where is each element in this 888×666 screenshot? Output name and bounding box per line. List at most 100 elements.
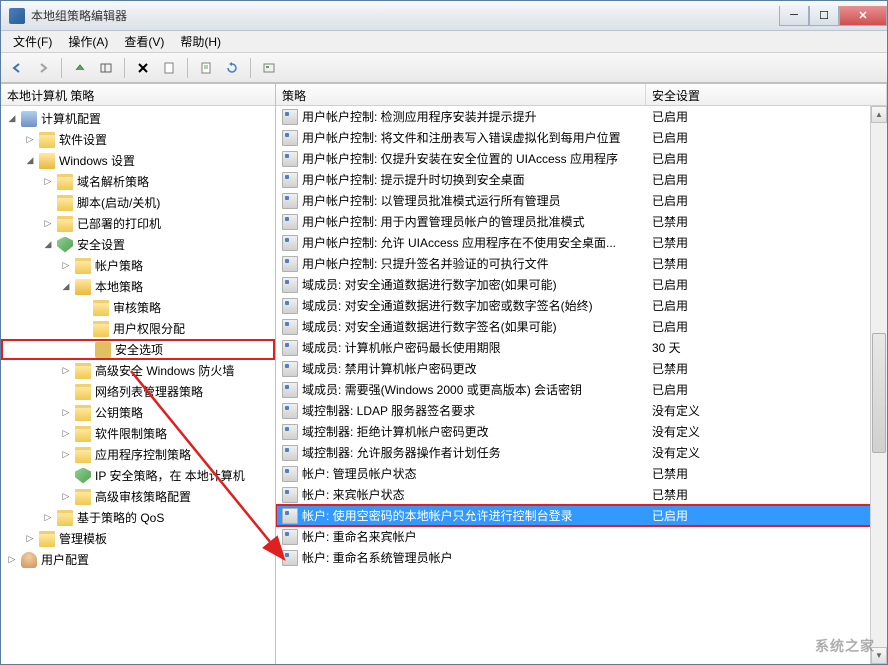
refresh-button[interactable] [220, 56, 244, 80]
tree-admin-templates[interactable]: ▷管理模板 [1, 528, 275, 549]
tree-ip-security[interactable]: ▷IP 安全策略，在 本地计算机 [1, 465, 275, 486]
tree-security-settings[interactable]: ◢安全设置 [1, 234, 275, 255]
row-setting-text: 已禁用 [646, 234, 887, 251]
content: 本地计算机 策略 ◢计算机配置 ▷软件设置 ◢Windows 设置 ▷域名解析策… [1, 83, 887, 664]
tree-account-policies[interactable]: ▷帐户策略 [1, 255, 275, 276]
list-row[interactable]: 域控制器: 拒绝计算机帐户密码更改没有定义 [276, 421, 887, 442]
row-policy-text: 域控制器: 拒绝计算机帐户密码更改 [302, 423, 646, 440]
folder-icon [75, 279, 91, 295]
menu-file[interactable]: 文件(F) [5, 31, 60, 52]
list-row[interactable]: 用户帐户控制: 提示提升时切换到安全桌面已启用 [276, 169, 887, 190]
tree-header[interactable]: 本地计算机 策略 [1, 84, 275, 106]
scroll-down-button[interactable]: ▼ [871, 647, 887, 664]
tree-label: 脚本(启动/关机) [77, 194, 160, 211]
list-row[interactable]: 帐户: 使用空密码的本地帐户只允许进行控制台登录已启用 [276, 505, 887, 526]
tree-software-restriction[interactable]: ▷软件限制策略 [1, 423, 275, 444]
list-row[interactable]: 用户帐户控制: 将文件和注册表写入错误虚拟化到每用户位置已启用 [276, 127, 887, 148]
list-row[interactable]: 域成员: 需要强(Windows 2000 或更高版本) 会话密钥已启用 [276, 379, 887, 400]
tree-qos[interactable]: ▷基于策略的 QoS [1, 507, 275, 528]
row-policy-text: 用户帐户控制: 用于内置管理员帐户的管理员批准模式 [302, 213, 646, 230]
minimize-button[interactable] [779, 6, 809, 26]
tree-label: 用户权限分配 [113, 320, 185, 337]
tree-network-list[interactable]: ▷网络列表管理器策略 [1, 381, 275, 402]
folder-icon [75, 405, 91, 421]
scroll-track[interactable] [871, 123, 887, 647]
list-row[interactable]: 帐户: 管理员帐户状态已禁用 [276, 463, 887, 484]
list-row[interactable]: 帐户: 重命名来宾帐户 [276, 526, 887, 547]
list-row[interactable]: 域成员: 对安全通道数据进行数字加密(如果可能)已启用 [276, 274, 887, 295]
list-row[interactable]: 用户帐户控制: 以管理员批准模式运行所有管理员已启用 [276, 190, 887, 211]
close-button[interactable] [839, 6, 887, 26]
list-row[interactable]: 用户帐户控制: 只提升签名并验证的可执行文件已禁用 [276, 253, 887, 274]
filter-button[interactable] [257, 56, 281, 80]
list-row[interactable]: 用户帐户控制: 允许 UIAccess 应用程序在不使用安全桌面...已禁用 [276, 232, 887, 253]
tree-user-rights[interactable]: ▷用户权限分配 [1, 318, 275, 339]
tree-label: Windows 设置 [59, 152, 135, 169]
policy-icon [282, 550, 298, 566]
tree-dns-policy[interactable]: ▷域名解析策略 [1, 171, 275, 192]
list-row[interactable]: 域成员: 禁用计算机帐户密码更改已禁用 [276, 358, 887, 379]
export-button[interactable] [194, 56, 218, 80]
delete-button[interactable] [131, 56, 155, 80]
tree-software-settings[interactable]: ▷软件设置 [1, 129, 275, 150]
tree-label: 已部署的打印机 [77, 215, 161, 232]
menubar: 文件(F) 操作(A) 查看(V) 帮助(H) [1, 31, 887, 53]
row-policy-text: 域成员: 禁用计算机帐户密码更改 [302, 360, 646, 377]
list-row[interactable]: 帐户: 重命名系统管理员帐户 [276, 547, 887, 568]
show-hide-button[interactable] [94, 56, 118, 80]
tree-deployed-printers[interactable]: ▷已部署的打印机 [1, 213, 275, 234]
policy-icon [282, 466, 298, 482]
tree-label: 本地策略 [95, 278, 143, 295]
tree-label: 安全选项 [115, 341, 163, 358]
list-row[interactable]: 域控制器: LDAP 服务器签名要求没有定义 [276, 400, 887, 421]
policy-icon [282, 403, 298, 419]
row-policy-text: 用户帐户控制: 仅提升安装在安全位置的 UIAccess 应用程序 [302, 150, 646, 167]
tree-audit-policy[interactable]: ▷审核策略 [1, 297, 275, 318]
folder-icon [39, 132, 55, 148]
policy-icon [282, 340, 298, 356]
menu-help[interactable]: 帮助(H) [172, 31, 229, 52]
up-button[interactable] [68, 56, 92, 80]
tree-local-policies[interactable]: ◢本地策略 [1, 276, 275, 297]
row-policy-text: 用户帐户控制: 以管理员批准模式运行所有管理员 [302, 192, 646, 209]
shield-icon [57, 237, 73, 253]
policy-icon [282, 424, 298, 440]
tree-user-config[interactable]: ▷用户配置 [1, 549, 275, 570]
menu-view[interactable]: 查看(V) [116, 31, 172, 52]
row-policy-text: 用户帐户控制: 只提升签名并验证的可执行文件 [302, 255, 646, 272]
policy-icon [282, 193, 298, 209]
list-row[interactable]: 用户帐户控制: 检测应用程序安装并提示提升已启用 [276, 106, 887, 127]
menu-action[interactable]: 操作(A) [60, 31, 116, 52]
vertical-scrollbar[interactable]: ▲ ▼ [870, 106, 887, 664]
list-row[interactable]: 域成员: 对安全通道数据进行数字签名(如果可能)已启用 [276, 316, 887, 337]
row-setting-text: 已启用 [646, 276, 887, 293]
row-setting-text: 没有定义 [646, 444, 887, 461]
tree-windows-firewall[interactable]: ▷高级安全 Windows 防火墙 [1, 360, 275, 381]
scroll-up-button[interactable]: ▲ [871, 106, 887, 123]
back-button[interactable] [5, 56, 29, 80]
list-row[interactable]: 用户帐户控制: 用于内置管理员帐户的管理员批准模式已禁用 [276, 211, 887, 232]
tree-security-options[interactable]: ▷安全选项 [1, 339, 275, 360]
tree-public-key[interactable]: ▷公钥策略 [1, 402, 275, 423]
row-policy-text: 帐户: 使用空密码的本地帐户只允许进行控制台登录 [302, 507, 646, 524]
policy-icon [282, 445, 298, 461]
folder-icon [75, 384, 91, 400]
scroll-thumb[interactable] [872, 333, 886, 453]
column-setting[interactable]: 安全设置 [646, 84, 887, 105]
column-policy[interactable]: 策略 [276, 84, 646, 105]
tree-windows-settings[interactable]: ◢Windows 设置 [1, 150, 275, 171]
row-policy-text: 用户帐户控制: 将文件和注册表写入错误虚拟化到每用户位置 [302, 129, 646, 146]
list-row[interactable]: 用户帐户控制: 仅提升安装在安全位置的 UIAccess 应用程序已启用 [276, 148, 887, 169]
list-row[interactable]: 域成员: 计算机帐户密码最长使用期限30 天 [276, 337, 887, 358]
tree-advanced-audit[interactable]: ▷高级审核策略配置 [1, 486, 275, 507]
folder-icon [57, 510, 73, 526]
list-row[interactable]: 域成员: 对安全通道数据进行数字加密或数字签名(始终)已启用 [276, 295, 887, 316]
list-row[interactable]: 域控制器: 允许服务器操作者计划任务没有定义 [276, 442, 887, 463]
maximize-button[interactable] [809, 6, 839, 26]
list-row[interactable]: 帐户: 来宾帐户状态已禁用 [276, 484, 887, 505]
tree-computer-config[interactable]: ◢计算机配置 [1, 108, 275, 129]
tree-app-control[interactable]: ▷应用程序控制策略 [1, 444, 275, 465]
tree-scripts[interactable]: ▷脚本(启动/关机) [1, 192, 275, 213]
forward-button[interactable] [31, 56, 55, 80]
properties-button[interactable] [157, 56, 181, 80]
